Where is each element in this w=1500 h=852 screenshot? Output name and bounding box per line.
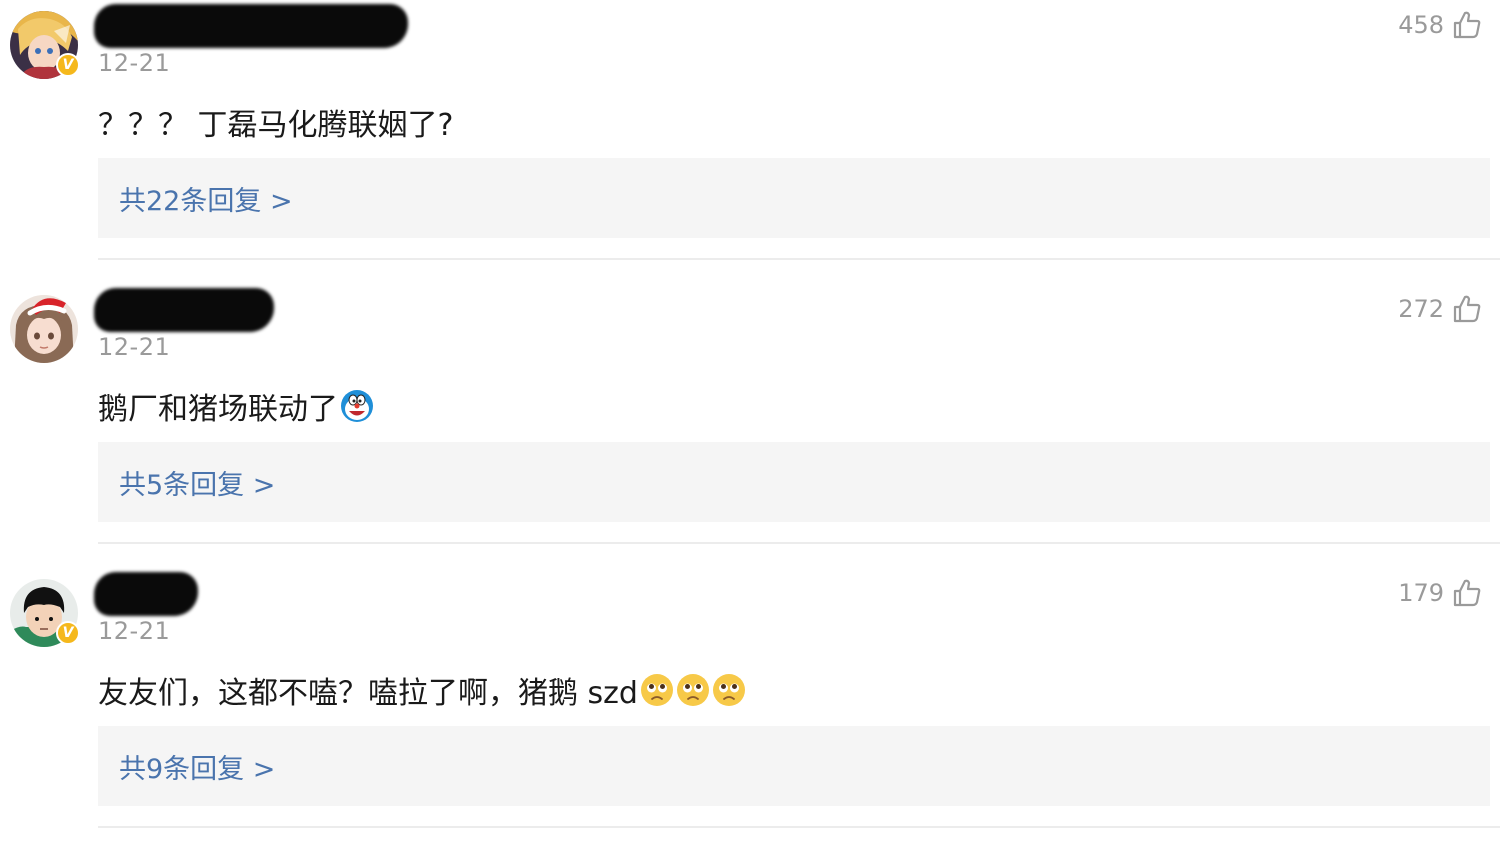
divider — [98, 542, 1500, 544]
like-button[interactable]: 272 — [1398, 294, 1482, 324]
like-button[interactable]: 458 — [1398, 10, 1482, 40]
comment-item: V 12-21 179 友友们，这都不嗑？嗑拉了啊，猪鹅 szd 共9条回复 > — [0, 568, 1500, 852]
like-button[interactable]: 179 — [1398, 578, 1482, 608]
view-replies-link[interactable]: 共5条回复 > — [98, 442, 1490, 522]
doraemon-emoji-icon — [340, 389, 374, 423]
pleading-face-emoji-icon — [676, 673, 710, 707]
verified-badge: V — [56, 53, 80, 77]
thumbs-up-icon — [1452, 578, 1482, 608]
like-count: 458 — [1398, 11, 1444, 39]
comment-date: 12-21 — [98, 49, 171, 77]
thumbs-up-icon — [1452, 294, 1482, 324]
thumbs-up-icon — [1452, 10, 1482, 40]
avatar-girl-santa-hat-icon — [10, 295, 78, 363]
avatar[interactable]: V — [10, 579, 80, 647]
comment-text: 友友们，这都不嗑？嗑拉了啊，猪鹅 szd — [98, 676, 638, 711]
username-redacted — [94, 572, 198, 616]
pleading-face-emoji-icon — [640, 673, 674, 707]
comment-text-row: ？？？ 丁磊马化腾联姻了? — [98, 100, 453, 144]
comment-date: 12-21 — [98, 617, 171, 645]
divider — [98, 258, 1500, 260]
like-count: 272 — [1398, 295, 1444, 323]
like-count: 179 — [1398, 579, 1444, 607]
view-replies-link[interactable]: 共9条回复 > — [98, 726, 1490, 806]
comment-date: 12-21 — [98, 333, 171, 361]
comment-text: ？？？ 丁磊马化腾联姻了? — [98, 108, 454, 143]
verified-badge: V — [56, 621, 80, 645]
username-redacted — [94, 288, 274, 332]
username-redacted — [94, 4, 408, 48]
comment-text: 鹅厂和猪场联动了 — [98, 392, 338, 427]
comment-item: 12-21 272 鹅厂和猪场联动了 共5条回复 > — [0, 284, 1500, 568]
pleading-face-emoji-icon — [712, 673, 746, 707]
comment-text-row: 鹅厂和猪场联动了 — [98, 384, 374, 428]
avatar[interactable] — [10, 295, 78, 363]
comment-text-row: 友友们，这都不嗑？嗑拉了啊，猪鹅 szd — [98, 668, 746, 712]
avatar[interactable]: V — [10, 11, 80, 79]
view-replies-link[interactable]: 共22条回复 > — [98, 158, 1490, 238]
comment-item: V 12-21 458 ？？？ 丁磊马化腾联姻了? 共22条回复 > — [0, 0, 1500, 284]
